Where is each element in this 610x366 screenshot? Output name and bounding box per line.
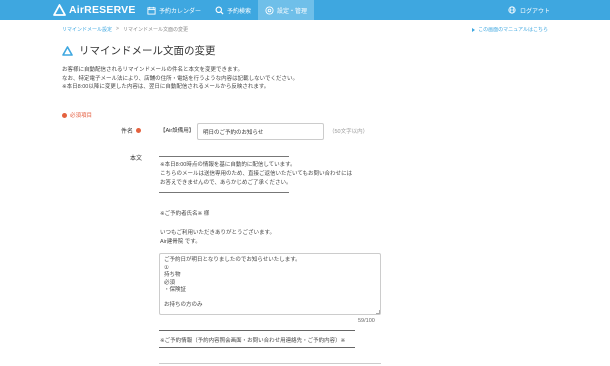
logo-triangle-icon <box>53 4 66 16</box>
play-arrow-icon <box>472 27 476 32</box>
page-title: リマインドメール文面の変更 <box>79 45 216 57</box>
required-dot-icon <box>62 112 67 118</box>
nav-calendar-label: 予約カレンダー <box>159 8 202 15</box>
required-note-label: 必須項目 <box>70 113 93 119</box>
notice-line: ※本日8:00時点の情報を基に自動的に配信しています。 <box>160 162 296 168</box>
subject-input[interactable] <box>197 123 324 140</box>
subject-prefix: 【Air設備用】 <box>160 128 195 134</box>
description-line: お客様に自動配信されるリマインドメールの件名と本文を変更できます。 <box>62 67 243 73</box>
logout-label: ログアウト <box>519 8 550 15</box>
divider <box>159 347 355 348</box>
required-dot-icon <box>136 128 142 133</box>
subject-label: 件名 <box>121 126 142 135</box>
divider <box>159 192 289 193</box>
manual-link-label: この画面のマニュアルはこちら <box>478 27 548 33</box>
main-nav: 予約カレンダー 予約検索 設定・管理 <box>140 0 315 20</box>
nav-reservation-search[interactable]: 予約検索 <box>208 0 258 20</box>
breadcrumb: リマインドメール設定 > リマインドメール文面の変更 <box>62 26 188 33</box>
nav-settings[interactable]: 設定・管理 <box>258 0 315 20</box>
manual-link[interactable]: この画面のマニュアルはこちら <box>472 26 548 33</box>
nav-search-label: 予約検索 <box>227 8 252 15</box>
body-label: 本文 <box>130 156 143 162</box>
body-textarea[interactable]: ご予約日が明日となりましたのでお知らせいたします。 ① 持ち物 必須 ・保険証 … <box>159 253 381 315</box>
globe-icon <box>508 6 516 14</box>
description-line: ※本日8:00以降に変更した内容は、翌日に自動配信されるメールから反映されます。 <box>62 84 270 90</box>
breadcrumb-parent-link[interactable]: リマインドメール設定 <box>62 26 112 33</box>
subject-label-text: 件名 <box>121 129 134 135</box>
notice-line: お答えできませんので、あらかじめご了承ください。 <box>160 180 292 186</box>
character-counter: 59/100 <box>358 318 375 324</box>
reservation-info-line: ※ご予約情報（予約内容照会画面・お問い合わせ用連絡先・ご予約内容）※ <box>160 338 346 344</box>
nav-reservation-calendar[interactable]: 予約カレンダー <box>140 0 208 20</box>
description-line: なお、特定電子メール法により、店舗の住所・電話を行うような内容は記載しないでくだ… <box>62 75 299 82</box>
triangle-logo-icon <box>62 45 73 56</box>
logo-text: AirRESERVE <box>69 4 136 16</box>
top-bar: AirRESERVE 予約カレンダー 予約検索 設定・管理 ログアウト <box>0 0 610 20</box>
subject-limit: （50文字以内） <box>329 129 369 135</box>
logout-button[interactable]: ログアウト <box>508 0 550 20</box>
divider <box>159 330 355 331</box>
greeting-line: いつもご利用いただきありがとうございます。 <box>160 230 275 236</box>
search-icon <box>215 6 224 15</box>
page-header: リマインドメール文面の変更 <box>62 43 216 58</box>
breadcrumb-current: リマインドメール文面の変更 <box>122 27 188 33</box>
nav-settings-label: 設定・管理 <box>277 8 308 15</box>
divider <box>159 363 381 364</box>
resize-handle-icon[interactable] <box>376 310 380 314</box>
page-description: お客様に自動配信されるリマインドメールの件名と本文を変更できます。 なお、特定電… <box>62 66 298 92</box>
greeting-line: Air建骨院 です。 <box>160 239 201 245</box>
required-note: 必須項目 <box>62 111 92 119</box>
calendar-icon <box>147 6 156 15</box>
notice-line: こちらのメールは送信専用のため、直接ご返信いただいてもお問い合わせには <box>160 171 353 177</box>
settings-icon <box>265 5 274 15</box>
divider <box>159 156 289 157</box>
customer-name-line: ※ご予約者氏名※ 様 <box>160 211 210 217</box>
airreserve-logo[interactable]: AirRESERVE <box>53 3 136 17</box>
breadcrumb-separator: > <box>116 26 119 32</box>
